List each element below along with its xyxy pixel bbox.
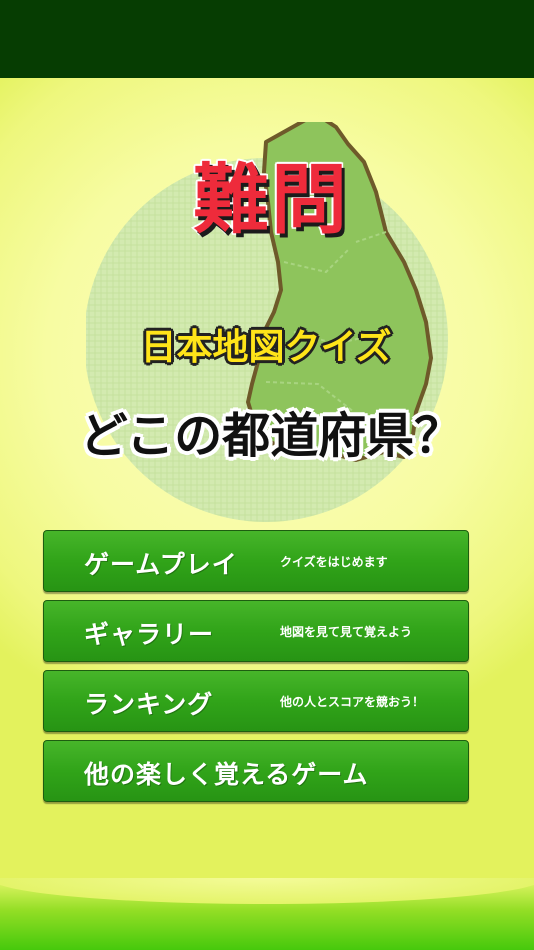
other-games-label: 他の楽しく覚えるゲーム [84,760,369,789]
game-play-desc: クイズをはじめます [280,555,388,569]
gallery-label: ギャラリー [84,620,215,649]
status-bar [0,0,534,78]
ranking-desc: 他の人とスコアを競おう！ [280,695,425,709]
game-play-label: ゲームプレイ [84,550,238,579]
ranking-button[interactable]: ランキング 他の人とスコアを競おう！ [43,670,469,732]
title-difficult: 難問 [192,155,349,244]
title-japan-map-quiz: 日本地図クイズ [140,327,392,368]
title-which-prefecture: どこの都道府県？ [79,408,463,464]
app-screen: 難問 日本地図クイズ どこの都道府県？ ゲームプレイ クイズをはじめます ギャラ… [0,78,534,950]
gallery-button[interactable]: ギャラリー 地図を見て見て覚えよう [43,600,469,662]
main-menu: ゲームプレイ クイズをはじめます ギャラリー 地図を見て見て覚えよう ランキング… [43,530,469,810]
title-logo: 難問 日本地図クイズ どこの都道府県？ [80,122,462,532]
gallery-desc: 地図を見て見て覚えよう [280,625,413,639]
game-play-button[interactable]: ゲームプレイ クイズをはじめます [43,530,469,592]
ranking-label: ランキング [84,690,214,719]
bottom-decoration [0,878,534,950]
other-games-button[interactable]: 他の楽しく覚えるゲーム [43,740,469,802]
